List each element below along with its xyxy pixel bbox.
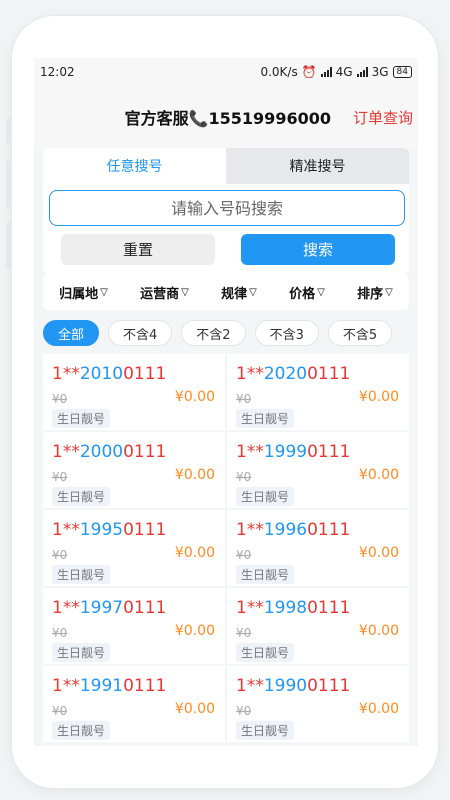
number-card[interactable]: 1**19990111 ¥0 ¥0.00 生日靓号 <box>227 432 409 508</box>
chip-no-3[interactable]: 不含3 <box>254 320 319 346</box>
filter-location[interactable]: 归属地 ▽ <box>59 283 108 302</box>
phone-number: 1**20200111 <box>236 364 351 384</box>
number-card[interactable]: 1**19960111 ¥0 ¥0.00 生日靓号 <box>227 510 409 586</box>
filter-bar: 归属地 ▽ 运营商 ▽ 规律 ▽ 价格 ▽ 排序 ▽ <box>43 274 409 310</box>
phone-number: 1**19980111 <box>236 598 351 618</box>
phone-number: 1**19950111 <box>52 520 167 540</box>
number-tag: 生日靓号 <box>236 565 295 584</box>
alarm-icon: ⏰ <box>301 65 317 79</box>
phone-number: 1**19900111 <box>236 676 351 696</box>
number-tag: 生日靓号 <box>52 487 111 506</box>
search-tabs: 任意搜号 精准搜号 <box>43 148 409 184</box>
number-card[interactable]: 1**19950111 ¥0 ¥0.00 生日靓号 <box>43 510 225 586</box>
price: ¥0.00 <box>174 467 215 483</box>
price: ¥0.00 <box>174 389 215 405</box>
chevron-down-icon: ▽ <box>317 286 325 298</box>
number-card[interactable]: 1**19900111 ¥0 ¥0.00 生日靓号 <box>227 666 409 742</box>
order-query-link[interactable]: 订单查询 <box>353 107 413 128</box>
app-screen: 12:02 0.0K/s ⏰ 4G 3G 84 官方客服📞15519996000… <box>34 58 418 746</box>
reset-button[interactable]: 重置 <box>61 234 215 265</box>
tab-any-search[interactable]: 任意搜号 <box>43 148 226 184</box>
original-price: ¥0 <box>236 548 252 562</box>
number-search-input[interactable] <box>49 190 405 226</box>
phone-number: 1**19960111 <box>236 520 351 540</box>
customer-service-phone[interactable]: 官方客服📞15519996000 <box>125 105 331 129</box>
number-card[interactable]: 1**20100111 ¥0 ¥0.00 生日靓号 <box>43 354 225 430</box>
search-button[interactable]: 搜索 <box>241 234 395 265</box>
signal-icon <box>320 67 332 77</box>
price: ¥0.00 <box>174 545 215 561</box>
status-time: 12:02 <box>40 65 75 79</box>
number-tag: 生日靓号 <box>52 643 111 662</box>
price: ¥0.00 <box>358 389 399 405</box>
original-price: ¥0 <box>52 548 68 562</box>
phone-number: 1**20100111 <box>52 364 167 384</box>
search-panel: 任意搜号 精准搜号 重置 搜索 <box>43 148 409 274</box>
phone-number: 1**20000111 <box>52 442 167 462</box>
filter-label: 排序 <box>357 286 384 302</box>
number-card[interactable]: 1**20000111 ¥0 ¥0.00 生日靓号 <box>43 432 225 508</box>
original-price: ¥0 <box>52 470 68 484</box>
phone-number: 1**19910111 <box>52 676 167 696</box>
number-list: 1**20100111 ¥0 ¥0.00 生日靓号 1**20200111 ¥0… <box>43 354 409 742</box>
price: ¥0.00 <box>358 545 399 561</box>
phone-number: 1**19970111 <box>52 598 167 618</box>
phone-number: 1**19990111 <box>236 442 351 462</box>
filter-sort[interactable]: 排序 ▽ <box>357 283 393 302</box>
chevron-down-icon: ▽ <box>249 286 257 298</box>
signal-icon <box>356 67 368 77</box>
number-tag: 生日靓号 <box>52 409 111 428</box>
net-speed: 0.0K/s <box>260 65 298 79</box>
tab-exact-search[interactable]: 精准搜号 <box>226 148 409 184</box>
chip-no-2[interactable]: 不含2 <box>181 320 246 346</box>
filter-label: 归属地 <box>59 286 99 302</box>
price: ¥0.00 <box>358 701 399 717</box>
app-header: 官方客服📞15519996000 订单查询 <box>34 86 418 148</box>
network-type-1: 4G <box>335 65 353 79</box>
chip-no-4[interactable]: 不含4 <box>108 320 173 346</box>
filter-label: 价格 <box>289 286 316 302</box>
chevron-down-icon: ▽ <box>385 286 393 298</box>
chevron-down-icon: ▽ <box>181 286 189 298</box>
status-icons: 0.0K/s ⏰ 4G 3G 84 <box>260 65 412 79</box>
number-tag: 生日靓号 <box>52 721 111 740</box>
filter-label: 规律 <box>221 286 248 302</box>
price: ¥0.00 <box>174 623 215 639</box>
number-tag: 生日靓号 <box>236 643 295 662</box>
original-price: ¥0 <box>52 626 68 640</box>
price: ¥0.00 <box>174 701 215 717</box>
filter-pattern[interactable]: 规律 ▽ <box>221 283 257 302</box>
number-tag: 生日靓号 <box>236 721 295 740</box>
original-price: ¥0 <box>236 470 252 484</box>
battery-icon: 84 <box>392 66 412 78</box>
price: ¥0.00 <box>358 467 399 483</box>
original-price: ¥0 <box>236 392 252 406</box>
original-price: ¥0 <box>52 704 68 718</box>
number-tag: 生日靓号 <box>236 409 295 428</box>
number-tag: 生日靓号 <box>52 565 111 584</box>
original-price: ¥0 <box>52 392 68 406</box>
chip-all[interactable]: 全部 <box>43 320 100 346</box>
number-card[interactable]: 1**20200111 ¥0 ¥0.00 生日靓号 <box>227 354 409 430</box>
exclude-digit-chips: 全部 不含4 不含2 不含3 不含5 <box>43 320 409 346</box>
price: ¥0.00 <box>358 623 399 639</box>
number-tag: 生日靓号 <box>236 487 295 506</box>
filter-label: 运营商 <box>140 286 180 302</box>
number-card[interactable]: 1**19910111 ¥0 ¥0.00 生日靓号 <box>43 666 225 742</box>
original-price: ¥0 <box>236 626 252 640</box>
original-price: ¥0 <box>236 704 252 718</box>
number-card[interactable]: 1**19980111 ¥0 ¥0.00 生日靓号 <box>227 588 409 664</box>
filter-carrier[interactable]: 运营商 ▽ <box>140 283 189 302</box>
network-type-2: 3G <box>371 65 389 79</box>
status-bar: 12:02 0.0K/s ⏰ 4G 3G 84 <box>34 58 418 86</box>
number-card[interactable]: 1**19970111 ¥0 ¥0.00 生日靓号 <box>43 588 225 664</box>
chevron-down-icon: ▽ <box>100 286 108 298</box>
filter-price[interactable]: 价格 ▽ <box>289 283 325 302</box>
chip-no-5[interactable]: 不含5 <box>327 320 393 346</box>
